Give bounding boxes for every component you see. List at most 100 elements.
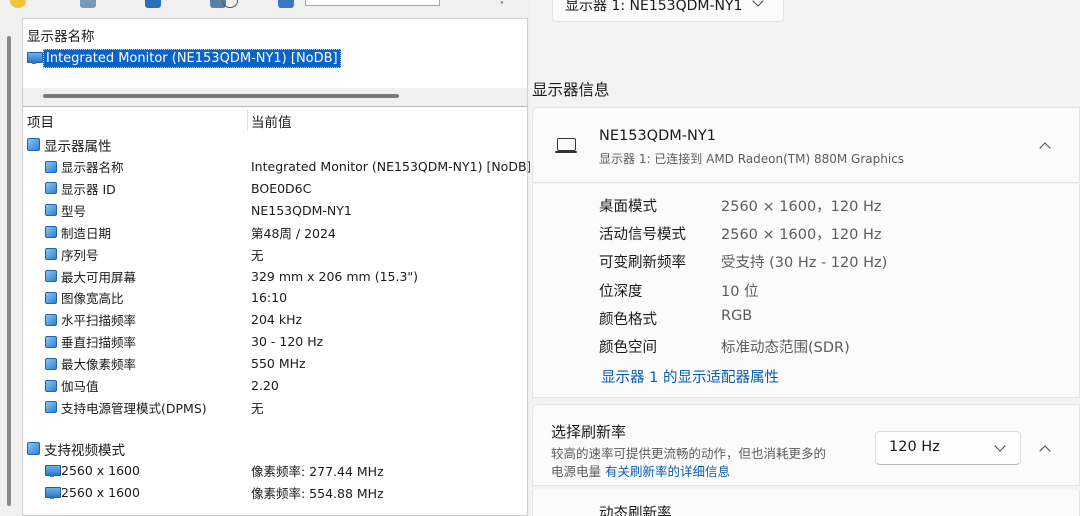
info-key: 桌面模式 xyxy=(599,199,657,215)
row-value: 无 xyxy=(251,400,264,416)
info-row: 活动信号模式 2560 × 1600，120 Hz xyxy=(599,223,1039,247)
info-key: 可变刷新频率 xyxy=(599,255,686,272)
row-label: 序列号 xyxy=(61,247,99,263)
table-row[interactable]: 序列号 无 xyxy=(23,244,527,265)
property-icon xyxy=(45,313,57,326)
row-value: Integrated Monitor (NE153QDM-NY1) [NoDB] xyxy=(251,159,532,174)
left-scrollbar[interactable] xyxy=(0,14,22,516)
favorite-icon[interactable] xyxy=(10,0,26,8)
row-label-wrap: 水平扫描频率 xyxy=(45,310,136,329)
info-row: 可变刷新频率 受支持 (30 Hz - 120 Hz) xyxy=(599,251,1039,275)
column-divider[interactable] xyxy=(247,109,248,131)
info-value: 受支持 (30 Hz - 120 Hz) xyxy=(721,255,888,272)
property-icon xyxy=(45,226,57,239)
monitor-icon xyxy=(27,52,43,64)
info-row: 颜色格式 RGB xyxy=(599,308,1039,332)
panel-splitter[interactable] xyxy=(22,88,528,106)
display-select-value: 显示器 1: NE153QDM-NY1 xyxy=(565,0,743,14)
table-row[interactable]: 最大可用屏幕 329 mm x 206 mm (15.3") xyxy=(23,266,527,287)
row-value: 329 mm x 206 mm (15.3") xyxy=(251,268,419,284)
refresh-rate-description-line2: 电源电量 有关刷新率的详细信息 xyxy=(551,461,730,480)
row-label: 垂直扫描频率 xyxy=(61,335,137,351)
property-icon xyxy=(45,335,57,348)
info-value: RGB xyxy=(721,307,753,324)
property-icon xyxy=(45,401,57,414)
info-value: 10 位 xyxy=(721,283,759,300)
row-label-wrap: 支持电源管理模式(DPMS) xyxy=(45,398,207,417)
chevron-up-icon[interactable] xyxy=(1039,142,1051,154)
row-value: 30 - 120 Hz xyxy=(251,334,324,350)
row-value: 第48周 / 2024 xyxy=(251,225,336,241)
row-label-wrap: 显示器 ID xyxy=(45,179,116,198)
row-value: 16:10 xyxy=(251,290,288,306)
refresh-rate-title: 选择刷新率 xyxy=(551,423,627,441)
row-label-wrap: 型号 xyxy=(45,201,86,220)
row-label: 2560 x 1600 xyxy=(61,463,140,478)
column-header-value[interactable]: 当前值 xyxy=(251,111,292,131)
search-icon[interactable] xyxy=(278,0,294,8)
column-header-item[interactable]: 项目 xyxy=(27,111,54,131)
group-label: 支持视频模式 xyxy=(44,442,125,459)
horizontal-scrollbar-thumb[interactable] xyxy=(43,94,399,98)
info-key: 位深度 xyxy=(599,283,643,300)
toolbar: ⋮ xyxy=(0,0,530,14)
info-key: 颜色格式 xyxy=(599,311,657,328)
table-row[interactable]: 2560 x 1600 像素频率: 554.88 MHz xyxy=(23,482,527,503)
table-row[interactable]: 垂直扫描频率 30 - 120 Hz xyxy=(23,331,527,352)
property-icon xyxy=(45,182,57,195)
chevron-down-icon xyxy=(752,0,764,7)
refresh-rate-value: 120 Hz xyxy=(889,439,940,455)
table-row[interactable]: 显示器 ID BOE0D6C xyxy=(23,178,527,199)
row-label-wrap: 垂直扫描频率 xyxy=(45,332,136,351)
info-row: 桌面模式 2560 × 1600，120 Hz xyxy=(599,195,1039,219)
shield-icon[interactable] xyxy=(145,0,161,8)
table-row[interactable]: 图像宽高比 16:10 xyxy=(23,287,527,308)
table-row[interactable]: 制造日期 第48周 / 2024 xyxy=(23,222,527,243)
table-row[interactable]: 支持电源管理模式(DPMS) 无 xyxy=(23,397,527,418)
row-value: 550 MHz xyxy=(251,356,306,372)
monitor-list-item[interactable]: Integrated Monitor (NE153QDM-NY1) [NoDB] xyxy=(27,48,341,68)
row-label-wrap: 最大可用屏幕 xyxy=(45,267,136,286)
group-video-modes[interactable]: 支持视频模式 xyxy=(23,438,527,459)
report-icon[interactable] xyxy=(80,0,96,8)
monitor-info-card-header[interactable]: NE153QDM-NY1 显示器 1: 已连接到 AMD Radeon(TM) … xyxy=(532,107,1080,183)
table-row[interactable]: 水平扫描频率 204 kHz xyxy=(23,309,527,330)
row-value: 像素频率: 554.88 MHz xyxy=(251,486,384,501)
chevron-up-icon[interactable] xyxy=(1039,445,1051,457)
property-icon xyxy=(45,291,57,304)
table-row[interactable]: 显示器名称 Integrated Monitor (NE153QDM-NY1) [… xyxy=(23,156,531,177)
row-label-wrap: 图像宽高比 xyxy=(45,288,124,307)
refresh-rate-dropdown[interactable]: 120 Hz xyxy=(875,431,1021,465)
dynamic-refresh-title: 动态刷新率 xyxy=(599,506,672,516)
row-value: BOE0D6C xyxy=(251,180,312,196)
refresh-rate-info-link[interactable]: 有关刷新率的详细信息 xyxy=(605,464,730,479)
dynamic-refresh-card[interactable]: 动态刷新率 xyxy=(532,490,1080,516)
table-row[interactable]: 伽马值 2.20 xyxy=(23,375,527,396)
video-modes-icon xyxy=(27,442,40,455)
row-label: 支持电源管理模式(DPMS) xyxy=(61,400,207,416)
row-label: 制造日期 xyxy=(61,225,112,241)
group-label: 显示器属性 xyxy=(44,138,112,155)
left-scrollbar-thumb[interactable] xyxy=(7,36,11,506)
monitor-name: NE153QDM-NY1 xyxy=(599,128,716,144)
table-row[interactable]: 型号 NE153QDM-NY1 xyxy=(23,200,527,221)
row-label: 最大像素频率 xyxy=(61,357,137,373)
adapter-properties-link[interactable]: 显示器 1 的显示适配器属性 xyxy=(601,366,779,387)
row-label: 伽马值 xyxy=(61,379,99,394)
refresh-rate-card: 选择刷新率 较高的速率可提供更流畅的动作，但也消耗更多的 电源电量 有关刷新率的详… xyxy=(532,404,1080,486)
more-icon[interactable]: ⋮ xyxy=(495,0,509,6)
toolbar-search-input[interactable] xyxy=(305,0,440,6)
info-row: 颜色空间 标准动态范围(SDR) xyxy=(599,336,1039,360)
row-label: 型号 xyxy=(61,203,87,219)
monitor-info-details: 桌面模式 2560 × 1600，120 Hz 活动信号模式 2560 × 1600，… xyxy=(532,184,1080,398)
display-select-dropdown[interactable]: 显示器 1: NE153QDM-NY1 xyxy=(552,0,784,22)
section-title: 显示器信息 xyxy=(532,81,610,99)
display-settings: 显示器 1: NE153QDM-NY1 显示器信息 NE153QDM-NY1 显… xyxy=(530,0,1080,516)
table-row[interactable]: 2560 x 1600 像素频率: 277.44 MHz xyxy=(23,460,527,481)
table-row[interactable]: 最大像素频率 550 MHz xyxy=(23,353,527,374)
chevron-down-icon xyxy=(994,440,1006,452)
properties-panel: 项目 当前值 显示器属性 显示器名称 Integrated Monitor (NE… xyxy=(22,106,531,516)
group-display-properties[interactable]: 显示器属性 xyxy=(23,134,527,155)
row-label-wrap: 最大像素频率 xyxy=(45,354,136,373)
property-icon xyxy=(45,357,57,370)
